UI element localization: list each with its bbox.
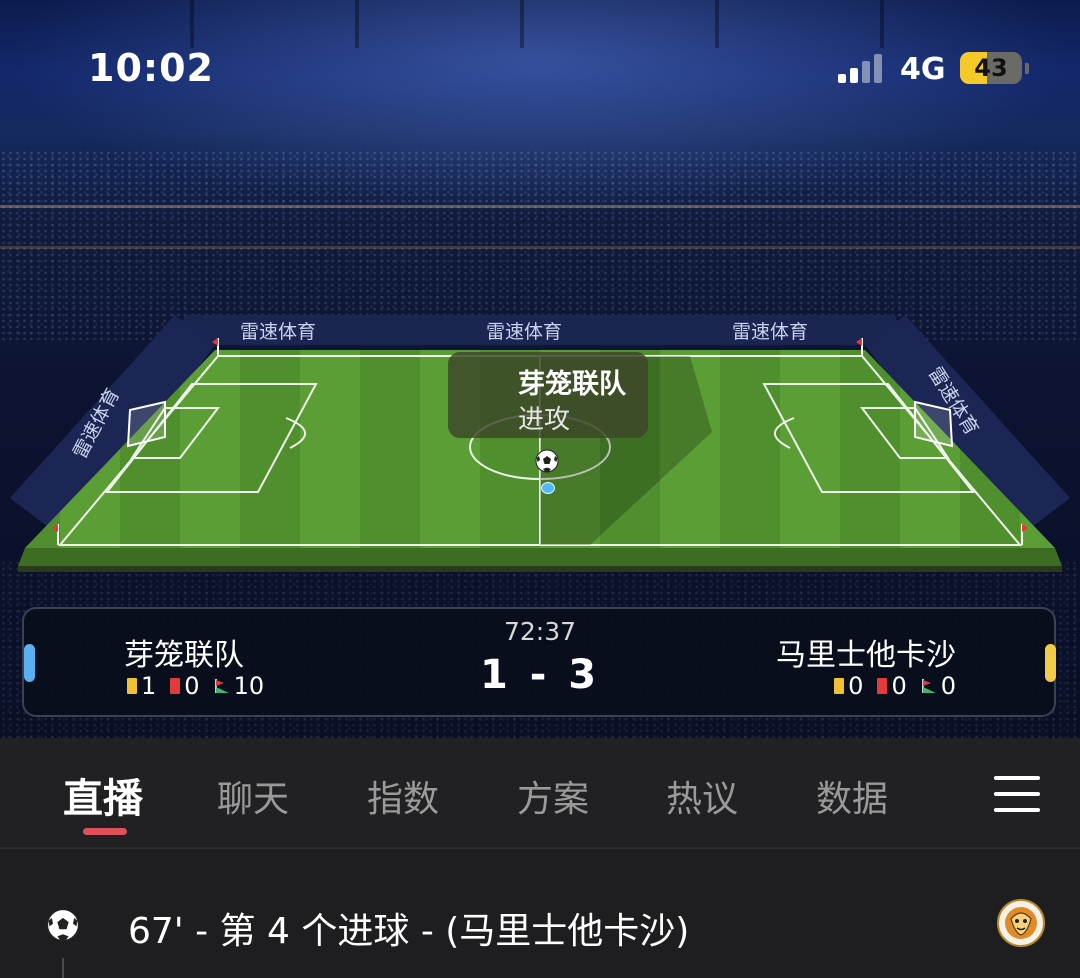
possession-action: 进攻 [518, 405, 571, 435]
away-corners: 0 [940, 672, 956, 700]
crowd-upper [0, 150, 1080, 210]
away-red-cards: 0 [891, 672, 907, 700]
away-yellow-cards: 0 [848, 672, 864, 700]
network-type: 4G [900, 52, 946, 87]
menu-icon[interactable] [994, 776, 1040, 812]
tab-plans[interactable]: 方案 [517, 770, 589, 822]
live-pitch: 雷速体育 雷速体育 雷速体育 雷速体育 雷速体育 [10, 315, 1070, 572]
corner-flag-icon [921, 679, 936, 693]
stand-divider [0, 205, 1080, 208]
roof-beam [355, 0, 359, 48]
timeline-line [62, 958, 64, 978]
battery-icon: 43 [960, 52, 1022, 84]
tab-chat[interactable]: 聊天 [217, 770, 289, 822]
away-team-stats: 0 0 0 [834, 672, 956, 700]
ball-position-marker [541, 482, 555, 494]
ball-icon [535, 449, 559, 473]
tab-live[interactable]: 直播 [63, 766, 143, 824]
red-card-icon [877, 678, 888, 694]
soccer-ball-icon [46, 908, 80, 942]
divider [0, 847, 1080, 849]
roof-beam [190, 0, 194, 48]
signal-strength-icon [838, 53, 884, 83]
stand-divider [0, 246, 1080, 249]
active-tab-indicator [83, 828, 127, 835]
battery-level: 43 [974, 54, 1008, 82]
status-time: 10:02 [88, 46, 214, 90]
possession-team: 芽笼联队 [518, 369, 626, 400]
roof-beam [880, 0, 884, 48]
roof-beam [715, 0, 719, 48]
ad-board-text: 雷速体育 [732, 321, 808, 343]
tab-data[interactable]: 数据 [816, 770, 888, 822]
ad-board-text: 雷速体育 [240, 321, 316, 343]
pitch-edge [18, 548, 1062, 566]
tab-odds[interactable]: 指数 [367, 770, 439, 822]
possession-indicator: 芽笼联队 进攻 [448, 352, 648, 438]
team-logo-icon[interactable] [997, 899, 1045, 947]
battery-tip [1025, 63, 1029, 74]
yellow-card-icon [834, 678, 845, 694]
tab-discussion[interactable]: 热议 [666, 770, 738, 822]
away-team-name[interactable]: 马里士他卡沙 [776, 630, 956, 674]
ad-board-text: 雷速体育 [486, 321, 562, 343]
roof-beam [520, 0, 524, 48]
event-description: 67' - 第 4 个进球 - (马里士他卡沙) [128, 911, 690, 952]
